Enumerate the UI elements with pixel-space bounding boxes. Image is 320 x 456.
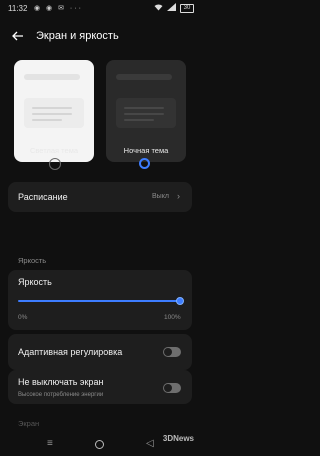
page-title: Экран и яркость xyxy=(36,30,119,42)
keep-screen-on-subtitle: Высокое потребление энергии xyxy=(18,392,104,398)
status-right: 30 xyxy=(154,3,194,13)
preview-bar xyxy=(116,74,172,80)
schedule-row[interactable]: Расписание Выкл › xyxy=(8,182,192,212)
back-triangle-icon[interactable]: ◁ xyxy=(146,438,154,449)
adaptive-label: Адаптивная регулировка xyxy=(18,347,123,357)
next-section-title: Экран xyxy=(18,419,40,428)
signal-icon xyxy=(167,3,176,13)
preview-line xyxy=(124,113,164,115)
light-theme-label: Светлая тема xyxy=(29,146,79,155)
preview-line xyxy=(32,119,62,121)
keep-screen-on-row[interactable]: Не выключать экран Высокое потребление э… xyxy=(8,370,192,404)
brightness-section-title: Яркость xyxy=(18,256,47,265)
status-bar: 11:32 ◉ ◉ ✉ ··· 30 xyxy=(0,0,200,18)
schedule-value: Выкл xyxy=(152,193,169,200)
app-header: Экран и яркость xyxy=(0,22,200,50)
home-icon[interactable] xyxy=(95,440,104,449)
schedule-label: Расписание xyxy=(18,192,68,202)
preview-block xyxy=(116,98,176,128)
adaptive-row[interactable]: Адаптивная регулировка xyxy=(8,334,192,370)
preview-line xyxy=(32,113,72,115)
preview-bar xyxy=(24,74,80,80)
watermark-logo: 3DNews xyxy=(162,434,194,443)
brightness-max-label: 100% xyxy=(164,314,181,321)
recent-apps-icon[interactable]: ≡ xyxy=(47,438,53,449)
light-theme-radio[interactable] xyxy=(49,158,61,170)
status-time: 11:32 xyxy=(8,4,28,13)
battery-level: 30 xyxy=(183,4,191,11)
back-arrow-icon[interactable] xyxy=(10,28,26,44)
preview-line xyxy=(32,107,72,109)
preview-line xyxy=(124,119,154,121)
notification-icons: ◉ ◉ ✉ ··· xyxy=(34,5,83,12)
adaptive-toggle[interactable] xyxy=(163,347,181,357)
keep-screen-on-label: Не выключать экран xyxy=(18,377,104,387)
battery-icon: 30 xyxy=(180,3,194,13)
night-theme-label: Ночная тема xyxy=(123,146,169,155)
brightness-slider-thumb[interactable] xyxy=(176,297,184,305)
brightness-min-label: 0% xyxy=(18,314,28,321)
chevron-right-icon: › xyxy=(177,191,180,201)
preview-block xyxy=(24,98,84,128)
brightness-label: Яркость xyxy=(18,277,52,287)
night-theme-radio[interactable] xyxy=(139,158,150,169)
wifi-icon xyxy=(154,3,163,13)
keep-screen-on-toggle[interactable] xyxy=(163,383,181,393)
preview-line xyxy=(124,107,164,109)
brightness-slider[interactable] xyxy=(18,300,180,302)
